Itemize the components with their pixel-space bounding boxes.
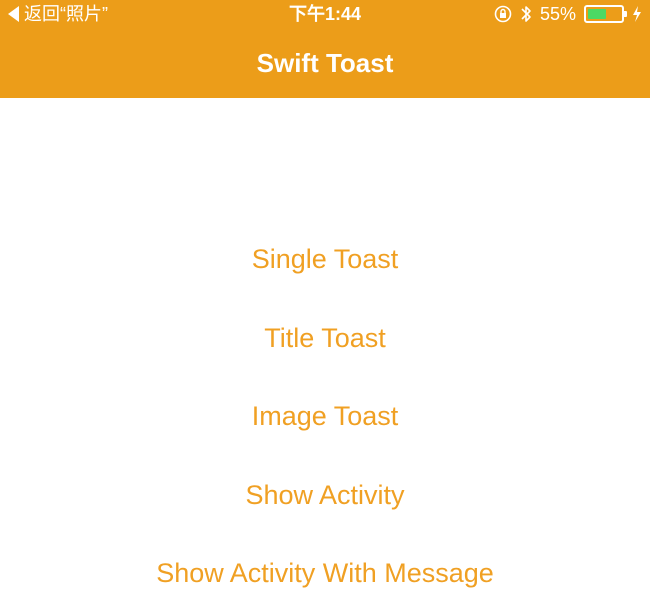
status-right-group: 55% bbox=[494, 0, 642, 28]
single-toast-button[interactable]: Single Toast bbox=[0, 239, 650, 279]
status-bar: 返回“照片” 下午1:44 55% bbox=[0, 0, 650, 28]
image-toast-button[interactable]: Image Toast bbox=[0, 396, 650, 436]
show-activity-button[interactable]: Show Activity bbox=[0, 475, 650, 515]
header: 返回“照片” 下午1:44 55% Swift Toast bbox=[0, 0, 650, 98]
show-activity-with-message-button[interactable]: Show Activity With Message bbox=[0, 553, 650, 593]
charging-bolt-icon bbox=[632, 6, 642, 22]
orientation-lock-icon bbox=[494, 5, 512, 23]
battery-fill bbox=[588, 9, 606, 19]
bluetooth-icon bbox=[520, 4, 532, 24]
battery-icon bbox=[584, 5, 627, 23]
nav-title: Swift Toast bbox=[256, 48, 394, 78]
title-toast-button[interactable]: Title Toast bbox=[0, 318, 650, 358]
battery-percent: 55% bbox=[539, 4, 576, 24]
